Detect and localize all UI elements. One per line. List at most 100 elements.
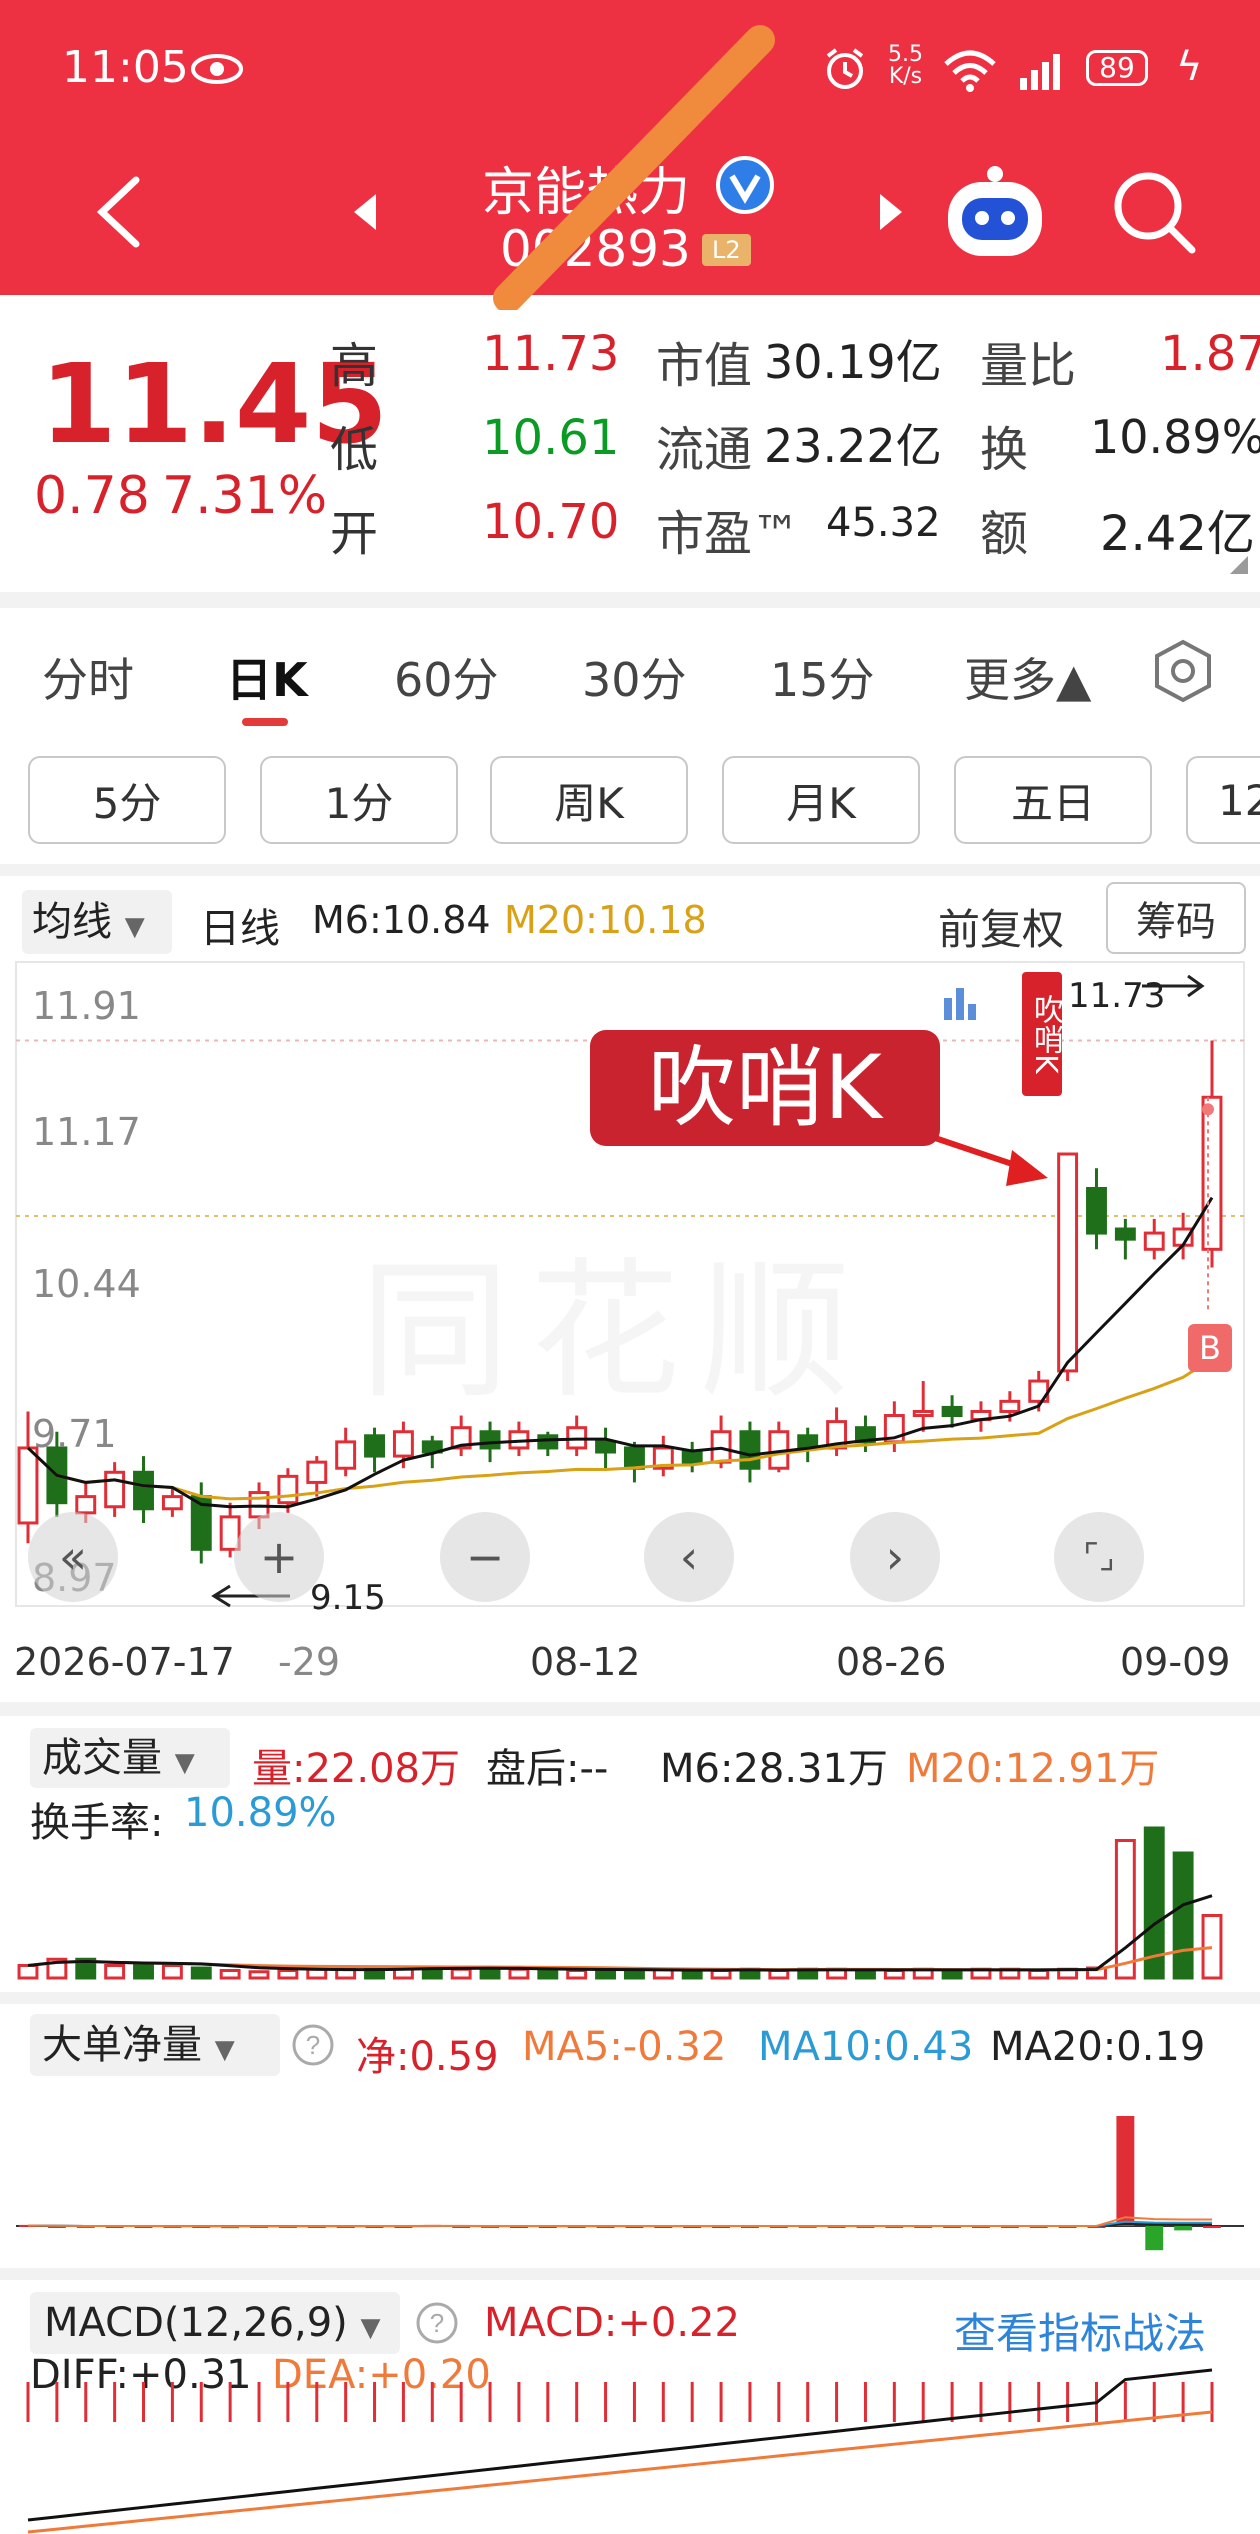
section-divider: [0, 2268, 1260, 2280]
value-market-cap: 30.19亿: [764, 335, 942, 389]
period-1min-button[interactable]: 1分: [260, 756, 458, 844]
candle-body: [161, 1495, 183, 1511]
section-divider: [0, 592, 1260, 608]
candle-body: [941, 1405, 963, 1418]
settings-hex-icon[interactable]: [1150, 638, 1216, 704]
overlay-slash-stroke: [493, 25, 775, 310]
candle-body: [1143, 1231, 1165, 1251]
volume-indicator-select[interactable]: 成交量 ▼: [30, 1728, 230, 1788]
candle-body: [1114, 1227, 1136, 1241]
volume-bar: [450, 1967, 472, 1980]
ma20-value: M20:10.18: [504, 898, 707, 942]
period-monthly-button[interactable]: 月K: [722, 756, 920, 844]
candle-body: [277, 1474, 299, 1505]
label-pe: 市盈™: [656, 506, 801, 562]
flow-bar: [1203, 2226, 1221, 2228]
zoom-out-button[interactable]: −: [440, 1512, 530, 1602]
candle-body: [306, 1460, 328, 1484]
robot-assistant-icon[interactable]: [940, 160, 1050, 260]
buy-marker-dot: [1202, 1103, 1214, 1116]
value-high: 11.73: [482, 326, 620, 382]
volume-bar: [1172, 1851, 1194, 1980]
tab-60min[interactable]: 60分: [394, 644, 499, 710]
y-label-4: 9.71: [32, 1412, 117, 1456]
candle-body: [1057, 1152, 1079, 1373]
candle-body: [739, 1430, 761, 1470]
scroll-right-button[interactable]: ›: [850, 1512, 940, 1602]
candle-body: [17, 1446, 39, 1525]
x-label-start: 2026-07-17: [14, 1640, 235, 1684]
volume-bar: [190, 1966, 212, 1980]
quote-row-open: 开 10.70 市盈™ 45.32 额 2.42亿: [330, 494, 1260, 568]
x-label-3: 08-12: [530, 1640, 641, 1684]
volume-bar: [768, 1969, 790, 1980]
watermark: 同花顺: [360, 1245, 871, 1419]
tab-more[interactable]: 更多▲: [964, 644, 1091, 710]
candle-body: [75, 1495, 97, 1515]
net-flow-chart: [16, 2116, 1244, 2251]
back-icon[interactable]: [90, 172, 150, 252]
tab-intraday[interactable]: 分时: [42, 644, 134, 710]
period-5min-button[interactable]: 5分: [28, 756, 226, 844]
flow-ma5-line: [27, 2216, 1212, 2228]
active-tab-indicator: [242, 718, 288, 726]
volume-bar: [248, 1970, 270, 1980]
volume-m20: M20:12.91万: [906, 1746, 1160, 1792]
expand-corner-icon[interactable]: [1228, 554, 1250, 576]
buy-marker[interactable]: B: [1188, 1324, 1232, 1372]
zoom-in-button[interactable]: +: [234, 1512, 324, 1602]
first-page-button[interactable]: «: [28, 1512, 118, 1602]
bar-chart-icon[interactable]: [940, 982, 982, 1024]
period-weekly-button[interactable]: 周K: [490, 756, 688, 844]
section-divider: [0, 864, 1260, 876]
tab-30min[interactable]: 30分: [582, 644, 687, 710]
whistle-k-annotation: 吹哨K: [590, 1030, 940, 1146]
volume-bar: [133, 1964, 154, 1980]
label-low: 低: [330, 422, 379, 478]
value-low: 10.61: [482, 410, 620, 466]
volume-bar: [855, 1969, 876, 1980]
indicator-strategy-link[interactable]: 查看指标战法: [954, 2300, 1206, 2361]
prev-stock-icon[interactable]: [350, 190, 380, 234]
flow-bar: [1116, 2116, 1135, 2226]
ma6-value: M6:10.84: [312, 898, 491, 942]
scroll-left-button[interactable]: ‹: [644, 1512, 734, 1602]
label-market-cap: 市值: [656, 338, 753, 394]
indicator-select[interactable]: 均线 ▼: [22, 890, 172, 954]
tab-daily-k[interactable]: 日K: [226, 644, 308, 710]
volume-bar: [508, 1967, 530, 1980]
period-more-button[interactable]: 12: [1186, 756, 1260, 844]
fullscreen-button[interactable]: ⌜⌟: [1054, 1512, 1144, 1602]
period-5day-button[interactable]: 五日: [954, 756, 1152, 844]
volume-bar: [104, 1964, 126, 1980]
next-stock-icon[interactable]: [876, 190, 906, 234]
volume-bar: [941, 1969, 963, 1980]
period-tabs: 分时 日K 60分 30分 15分 更多▲: [0, 620, 1260, 730]
signal-icon: [1020, 54, 1060, 90]
quote-row-high: 高 11.73 市值 30.19亿 量比 1.87: [330, 326, 1260, 400]
label-open: 开: [330, 506, 379, 562]
net-speed: 5.5 K/s: [888, 42, 923, 89]
value-pe: 45.32: [826, 500, 941, 546]
candle-body: [392, 1430, 414, 1458]
quote-stats: 高 11.73 市值 30.19亿 量比 1.87 低 10.61 流通 23.…: [330, 326, 1260, 596]
alarm-icon: [826, 48, 864, 89]
candle-body: [479, 1430, 501, 1450]
label-amount: 额: [980, 506, 1029, 562]
tab-15min[interactable]: 15分: [770, 644, 875, 710]
help-icon[interactable]: ?: [414, 2300, 460, 2346]
candle-body: [1086, 1186, 1107, 1235]
wifi-icon: [944, 50, 996, 92]
price-adjust[interactable]: 前复权: [938, 896, 1064, 957]
macd-indicator-select[interactable]: MACD(12,26,9) ▼: [30, 2292, 400, 2354]
line-type: 日线: [200, 906, 280, 952]
candle-body: [595, 1440, 617, 1454]
section-divider: [0, 1702, 1260, 1716]
volume-bar: [277, 1969, 299, 1980]
macd-chart: [26, 2368, 1214, 2534]
value-float: 23.22亿: [764, 419, 942, 473]
label-float: 流通: [656, 422, 753, 478]
search-icon[interactable]: [1110, 168, 1198, 256]
chips-button[interactable]: 筹码: [1106, 882, 1246, 954]
volume-bar: [161, 1964, 183, 1980]
